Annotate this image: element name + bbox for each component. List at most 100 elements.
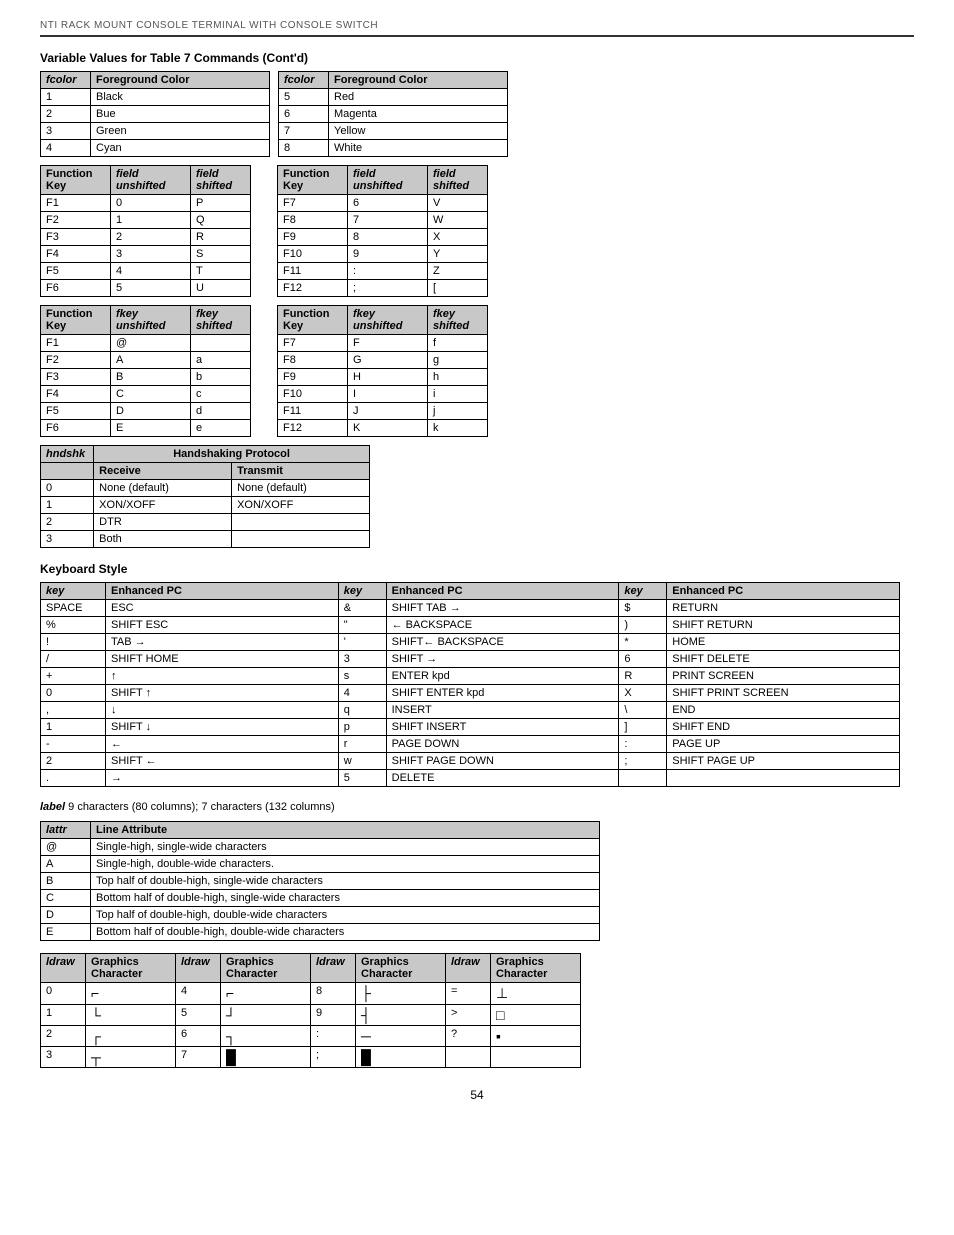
- keyboard-header-2: key: [338, 583, 386, 600]
- keyboard-cell-4-3: ENTER kpd: [386, 668, 619, 685]
- keyboard-cell-7-5: SHIFT END: [667, 719, 900, 736]
- ldraw-section: ldrawGraphics CharacterldrawGraphics Cha…: [40, 953, 914, 1068]
- fkey-left-cell-0-1: @: [111, 335, 191, 352]
- ldraw-cell-3-6: [446, 1047, 491, 1068]
- keyboard-cell-5-3: SHIFT ENTER kpd: [386, 685, 619, 702]
- hndshk-section: hndshkHandshaking ProtocolReceiveTransmi…: [40, 445, 914, 548]
- field-right-cell-3-2: Y: [428, 246, 488, 263]
- lattr-cell-1-0: A: [41, 856, 91, 873]
- fkey-right-cell-3-1: I: [348, 386, 428, 403]
- fcolor-right-header-1: Foreground Color: [329, 72, 508, 89]
- field-right-cell-2-2: X: [428, 229, 488, 246]
- keyboard-cell-9-4: ;: [619, 753, 667, 770]
- field-right-cell-5-1: ;: [348, 280, 428, 297]
- field-right-cell-2-1: 8: [348, 229, 428, 246]
- lattr-cell-5-1: Bottom half of double-high, double-wide …: [91, 924, 600, 941]
- keyboard-cell-4-5: PRINT SCREEN: [667, 668, 900, 685]
- field-left-cell-2-2: R: [191, 229, 251, 246]
- ldraw-cell-3-0: 3: [41, 1047, 86, 1068]
- keyboard-cell-3-1: SHIFT HOME: [106, 651, 339, 668]
- ldraw-cell-3-5: █: [356, 1047, 446, 1068]
- fcolor-left-header-0: fcolor: [41, 72, 91, 89]
- keyboard-cell-2-1: TAB →: [106, 634, 339, 651]
- fkey-right-cell-1-0: F8: [278, 352, 348, 369]
- field-key-table-right: Function Keyfield unshiftedfield shifted…: [277, 165, 488, 297]
- fkey-left-cell-0-2: [191, 335, 251, 352]
- keyboard-cell-7-3: SHIFT INSERT: [386, 719, 619, 736]
- field-right-header-1: field unshifted: [348, 166, 428, 195]
- field-left-cell-3-0: F4: [41, 246, 111, 263]
- ldraw-cell-3-4: ;: [311, 1047, 356, 1068]
- ldraw-cell-0-0: 0: [41, 983, 86, 1005]
- keyboard-cell-0-4: $: [619, 600, 667, 617]
- keyboard-cell-7-4: ]: [619, 719, 667, 736]
- fkey-right-header-2: fkey shifted: [428, 306, 488, 335]
- fkey-right-cell-5-2: k: [428, 420, 488, 437]
- keyboard-cell-8-0: -: [41, 736, 106, 753]
- keyboard-cell-9-5: SHIFT PAGE UP: [667, 753, 900, 770]
- field-left-header-0: Function Key: [41, 166, 111, 195]
- keyboard-cell-10-0: .: [41, 770, 106, 787]
- keyboard-cell-4-4: R: [619, 668, 667, 685]
- fkey-right-cell-4-0: F11: [278, 403, 348, 420]
- ldraw-cell-2-1: ┌: [86, 1026, 176, 1047]
- ldraw-cell-0-1: ⌐: [86, 983, 176, 1005]
- fcolor-section: fcolorForeground Color1Black2Bue3Green4C…: [40, 71, 914, 157]
- field-left-cell-0-1: 0: [111, 195, 191, 212]
- ldraw-cell-1-5: ┤: [356, 1005, 446, 1026]
- ldraw-cell-0-2: 4: [176, 983, 221, 1005]
- field-right-cell-3-0: F10: [278, 246, 348, 263]
- fcolor-right-cell-2-1: Yellow: [329, 123, 508, 140]
- fkey-left-header-2: fkey shifted: [191, 306, 251, 335]
- keyboard-table: keyEnhanced PCkeyEnhanced PCkeyEnhanced …: [40, 582, 900, 787]
- keyboard-header-1: Enhanced PC: [106, 583, 339, 600]
- fcolor-right-header-0: fcolor: [279, 72, 329, 89]
- keyboard-cell-2-5: HOME: [667, 634, 900, 651]
- keyboard-cell-2-3: SHIFT← BACKSPACE: [386, 634, 619, 651]
- keyboard-cell-1-2: ": [338, 617, 386, 634]
- fkey-left-cell-3-1: C: [111, 386, 191, 403]
- keyboard-cell-10-1: →: [106, 770, 339, 787]
- fkey-left-cell-5-0: F6: [41, 420, 111, 437]
- hndshk-key-header: hndshk: [41, 446, 94, 463]
- lattr-cell-2-1: Top half of double-high, single-wide cha…: [91, 873, 600, 890]
- keyboard-title: Keyboard Style: [40, 562, 914, 576]
- keyboard-cell-10-5: [667, 770, 900, 787]
- lattr-cell-5-0: E: [41, 924, 91, 941]
- section-title: Variable Values for Table 7 Commands (Co…: [40, 51, 914, 65]
- fcolor-left-cell-1-1: Bue: [91, 106, 270, 123]
- ldraw-cell-2-5: ─: [356, 1026, 446, 1047]
- page-number: 54: [40, 1088, 914, 1102]
- field-right-cell-5-2: [: [428, 280, 488, 297]
- field-left-cell-2-1: 2: [111, 229, 191, 246]
- fkey-left-cell-0-0: F1: [41, 335, 111, 352]
- keyboard-cell-10-3: DELETE: [386, 770, 619, 787]
- keyboard-cell-9-2: w: [338, 753, 386, 770]
- ldraw-cell-1-0: 1: [41, 1005, 86, 1026]
- fkey-right-cell-0-0: F7: [278, 335, 348, 352]
- keyboard-cell-6-2: q: [338, 702, 386, 719]
- keyboard-cell-1-3: ← BACKSPACE: [386, 617, 619, 634]
- field-left-cell-5-2: U: [191, 280, 251, 297]
- keyboard-cell-1-5: SHIFT RETURN: [667, 617, 900, 634]
- fkey-left-cell-2-1: B: [111, 369, 191, 386]
- ldraw-cell-2-4: :: [311, 1026, 356, 1047]
- fkey-left-cell-5-2: e: [191, 420, 251, 437]
- field-left-cell-3-2: S: [191, 246, 251, 263]
- lattr-header-0: lattr: [41, 822, 91, 839]
- keyboard-cell-0-2: &: [338, 600, 386, 617]
- field-left-header-1: field unshifted: [111, 166, 191, 195]
- fkey-right-cell-0-2: f: [428, 335, 488, 352]
- keyboard-header-3: Enhanced PC: [386, 583, 619, 600]
- hndshk-cell-2-2: [232, 514, 370, 531]
- fkey-left-cell-1-0: F2: [41, 352, 111, 369]
- keyboard-cell-8-4: :: [619, 736, 667, 753]
- field-left-cell-1-2: Q: [191, 212, 251, 229]
- fkey-left-cell-1-1: A: [111, 352, 191, 369]
- fkey-right-cell-1-2: g: [428, 352, 488, 369]
- fcolor-right-cell-3-0: 8: [279, 140, 329, 157]
- fcolor-left-cell-1-0: 2: [41, 106, 91, 123]
- hndshk-cell-0-1: None (default): [94, 480, 232, 497]
- fcolor-right-cell-0-0: 5: [279, 89, 329, 106]
- keyboard-cell-0-5: RETURN: [667, 600, 900, 617]
